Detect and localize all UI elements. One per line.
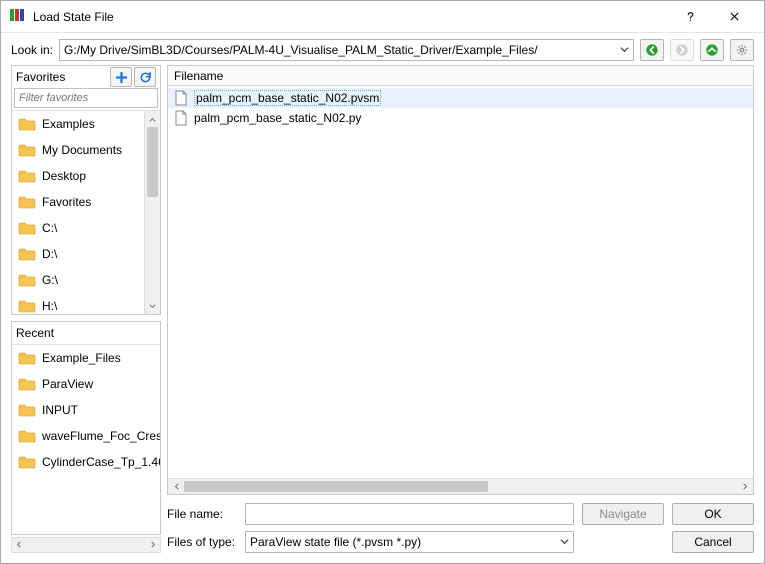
help-button[interactable] [668,2,712,32]
file-row[interactable]: palm_pcm_base_static_N02.pvsm [168,88,753,108]
favorites-item[interactable]: D:\ [12,241,144,267]
recent-item-label: ParaView [42,377,93,391]
recent-header: Recent [16,326,156,340]
ok-button[interactable]: OK [672,503,754,525]
favorites-filter-input[interactable] [14,88,158,108]
favorites-item-label: Desktop [42,169,86,183]
favorites-item-label: C:\ [42,221,57,235]
recent-item[interactable]: waveFlume_Foc_Crest_ [12,423,160,449]
file-area: Filename palm_pcm_base_static_N02.pvsmpa… [167,65,754,495]
close-button[interactable] [712,2,756,32]
favorites-item[interactable]: Favorites [12,189,144,215]
favorites-item[interactable]: G:\ [12,267,144,293]
chevron-down-icon [620,43,629,57]
favorites-item[interactable]: Desktop [12,163,144,189]
up-button[interactable] [700,39,724,61]
recent-item[interactable]: CylinderCase_Tp_1.46_ [12,449,160,475]
file-name: palm_pcm_base_static_N02.pvsm [194,90,381,106]
settings-button[interactable] [730,39,754,61]
recent-item-label: waveFlume_Foc_Crest_ [42,429,160,443]
title-bar: Load State File [1,1,764,33]
recent-item[interactable]: ParaView [12,371,160,397]
favorites-item-label: Examples [42,117,95,131]
recent-panel: Recent Example_Files ParaView INPUT waveFlu… [11,321,161,535]
app-icon [9,7,25,26]
filelist-header[interactable]: Filename [168,66,753,86]
favorites-list: Examples My Documents Desktop Favorites C:\ D… [12,111,144,314]
add-favorite-button[interactable] [110,67,132,87]
filetype-combo[interactable]: ParaView state file (*.pvsm *.py) [245,531,574,553]
back-button[interactable] [640,39,664,61]
recent-item-label: CylinderCase_Tp_1.46_ [42,455,160,469]
favorites-scrollbar[interactable] [144,111,160,314]
recent-item[interactable]: INPUT [12,397,160,423]
recent-list: Example_Files ParaView INPUT waveFlume_Foc_… [12,345,160,534]
favorites-header: Favorites [16,70,108,84]
navigate-button[interactable]: Navigate [582,503,664,525]
favorites-item[interactable]: C:\ [12,215,144,241]
favorites-item-label: G:\ [42,273,58,287]
recent-item-label: Example_Files [42,351,121,365]
left-hscroll[interactable] [11,537,161,553]
file-hscroll[interactable] [168,478,753,494]
lookin-path-combo[interactable]: G:/My Drive/SimBL3D/Courses/PALM-4U_Visu… [59,39,634,61]
filetype-label: Files of type: [167,535,237,549]
forward-button[interactable] [670,39,694,61]
recent-item[interactable]: Example_Files [12,345,160,371]
filetype-value: ParaView state file (*.pvsm *.py) [250,535,421,549]
filelist-header-label: Filename [174,69,223,83]
favorites-item-label: My Documents [42,143,122,157]
favorites-filter[interactable] [14,88,158,108]
cancel-button[interactable]: Cancel [672,531,754,553]
filename-input[interactable] [245,503,574,525]
chevron-down-icon [560,535,569,549]
favorites-item-label: D:\ [42,247,57,261]
window-title: Load State File [33,10,668,24]
lookin-path-text: G:/My Drive/SimBL3D/Courses/PALM-4U_Visu… [64,43,538,57]
favorites-panel: Favorites Examples My Documents Desktop Fav… [11,65,161,315]
filename-label: File name: [167,507,237,521]
lookin-label: Look in: [11,43,53,57]
refresh-button[interactable] [134,67,156,87]
favorites-item[interactable]: My Documents [12,137,144,163]
favorites-item-label: H:\ [42,299,57,313]
file-row[interactable]: palm_pcm_base_static_N02.py [168,108,753,128]
favorites-item[interactable]: Examples [12,111,144,137]
recent-item-label: INPUT [42,403,78,417]
file-list: palm_pcm_base_static_N02.pvsm palm_pcm_ba… [168,86,753,478]
lookin-row: Look in: G:/My Drive/SimBL3D/Courses/PAL… [1,33,764,63]
favorites-item[interactable]: H:\ [12,293,144,314]
favorites-item-label: Favorites [42,195,91,209]
file-name: palm_pcm_base_static_N02.py [194,111,361,125]
